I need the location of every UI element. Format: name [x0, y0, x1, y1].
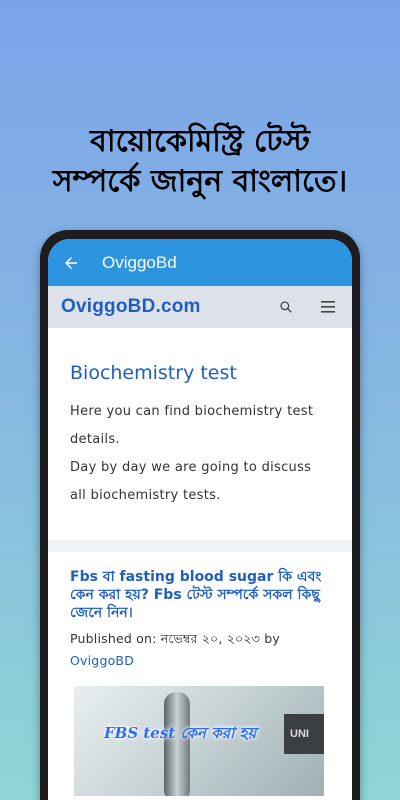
page-content: Biochemistry test Here you can find bioc… — [48, 362, 352, 796]
app-title: OviggoBd — [102, 252, 177, 272]
promo-line-1: বায়োকেমিস্ট্রি টেস্ট — [90, 124, 310, 159]
post-meta: Published on: নভেম্বর ২০, ২০২৩ by Oviggo… — [70, 628, 330, 672]
description-line-2: Day by day we are going to discuss all b… — [70, 460, 312, 503]
thumbnail-caption: FBS test কেন করা হয় — [104, 724, 257, 742]
section-divider — [48, 540, 352, 552]
phone-frame: OviggoBd OviggoBD.com Biochemistry test … — [40, 230, 360, 800]
post-card[interactable]: Fbs বা fasting blood sugar কি এবং কেন কর… — [70, 568, 330, 796]
site-logo[interactable]: OviggoBD.com — [61, 296, 252, 318]
site-header: OviggoBD.com — [48, 286, 352, 328]
phone-screen: OviggoBd OviggoBD.com Biochemistry test … — [48, 239, 352, 800]
hamburger-menu-icon[interactable] — [320, 299, 336, 315]
app-bar: OviggoBd — [48, 239, 352, 286]
promo-line-2: সম্পর্কে জানুন বাংলাতে। — [52, 164, 348, 199]
page-title: Biochemistry test — [70, 362, 237, 384]
search-icon[interactable] — [278, 299, 294, 315]
page-description: Here you can find biochemistry test deta… — [70, 398, 330, 510]
image-device-label: UNI — [284, 714, 324, 754]
arrow-back-icon[interactable] — [62, 254, 80, 272]
promo-headline: বায়োকেমিস্ট্রি টেস্ট সম্পর্কে জানুন বাং… — [0, 122, 400, 202]
post-thumbnail[interactable]: UNI FBS test কেন করা হয় — [74, 686, 324, 796]
description-line-1: Here you can find biochemistry test deta… — [70, 404, 314, 447]
post-title-link[interactable]: Fbs বা fasting blood sugar কি এবং কেন কর… — [70, 568, 330, 622]
post-published-date: Published on: নভেম্বর ২০, ২০২৩ by — [70, 631, 280, 646]
post-author-link[interactable]: OviggoBD — [70, 653, 134, 668]
